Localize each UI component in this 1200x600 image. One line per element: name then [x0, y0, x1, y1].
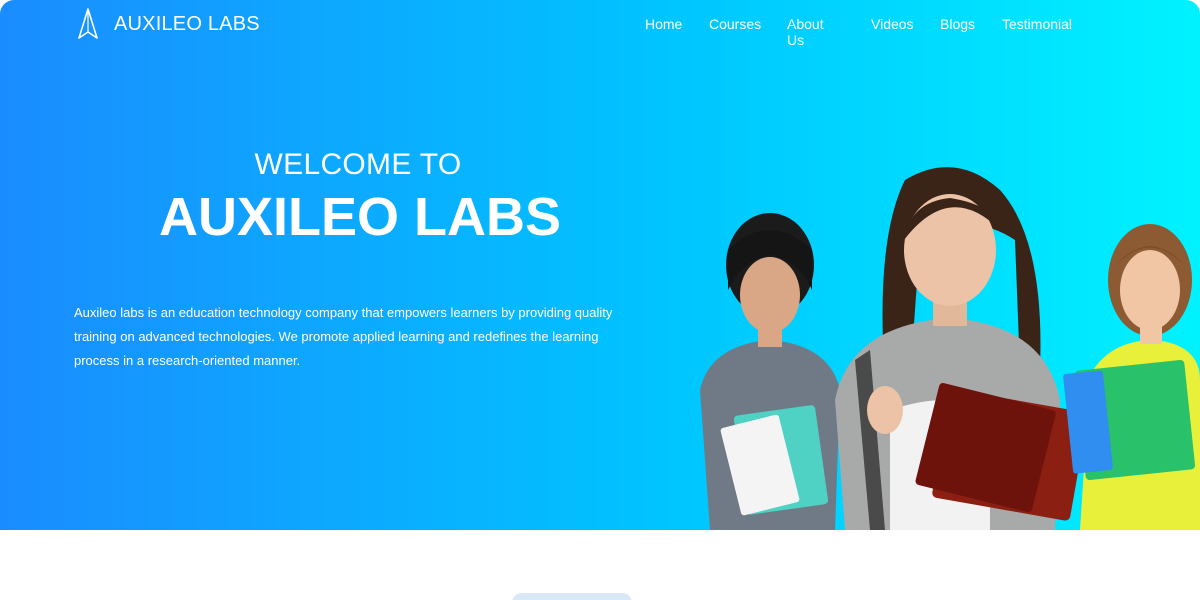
- page: AUXILEO LABS Home Courses About Us Video…: [0, 0, 1200, 600]
- students-illustration: [700, 167, 1200, 530]
- hero-description: Auxileo labs is an education technology …: [74, 305, 613, 368]
- nav-about-us[interactable]: About Us: [787, 16, 824, 48]
- welcome-heading: WELCOME TO: [254, 148, 462, 181]
- student-center-figure: [835, 167, 1088, 530]
- student-left-figure: [700, 213, 840, 530]
- student-right-figure: [1063, 224, 1200, 530]
- nav-home[interactable]: Home: [645, 16, 682, 32]
- nav-blogs[interactable]: Blogs: [940, 16, 975, 32]
- nav-testimonial[interactable]: Testimonial: [1002, 16, 1072, 32]
- brand-name: AUXILEO LABS: [114, 12, 260, 35]
- hero-title: AUXILEO LABS: [158, 187, 562, 247]
- section-tag-pill: [512, 593, 632, 600]
- rocket-logo-icon: [78, 8, 98, 39]
- nav-videos[interactable]: Videos: [871, 16, 914, 32]
- nav-courses[interactable]: Courses: [709, 16, 761, 32]
- hero-section: AUXILEO LABS Home Courses About Us Video…: [0, 0, 1200, 530]
- brand[interactable]: AUXILEO LABS: [76, 6, 260, 42]
